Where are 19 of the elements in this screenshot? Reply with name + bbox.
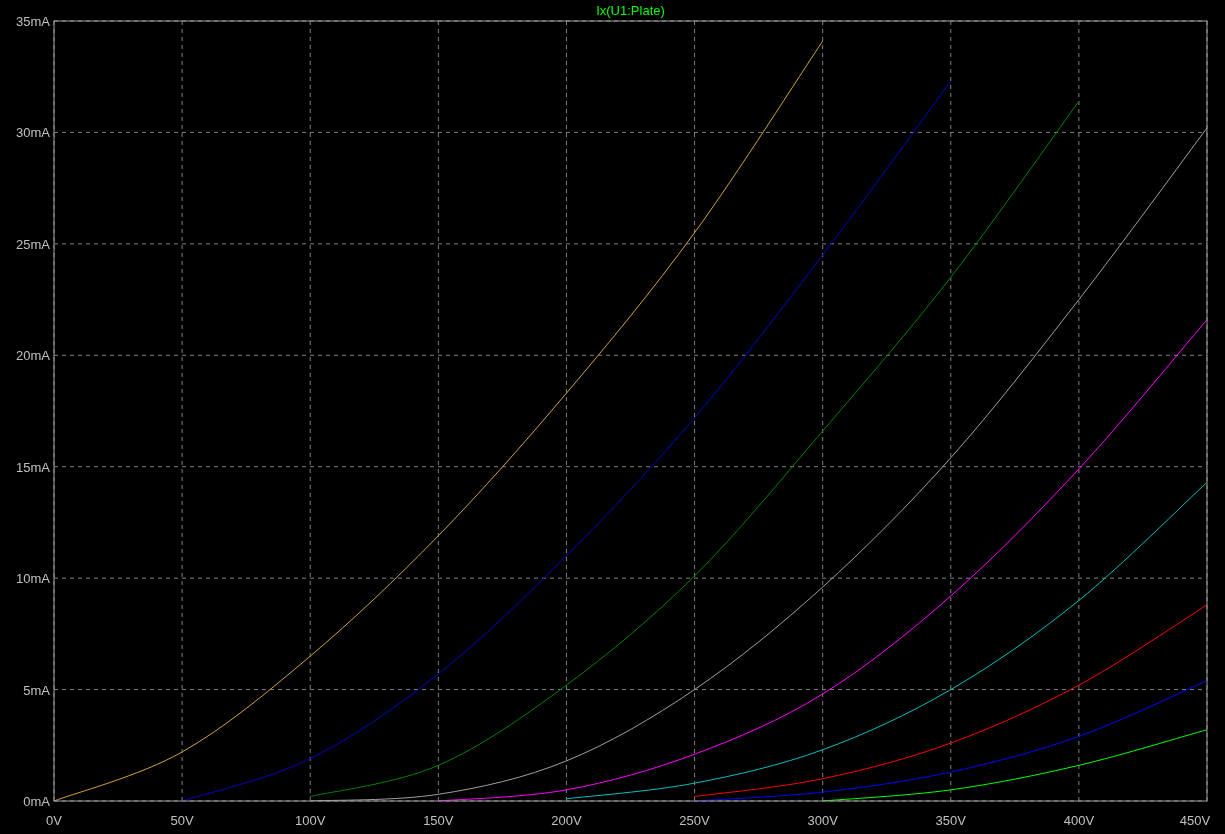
y-tick-label: 35mA: [16, 14, 50, 29]
y-tick-label: 0mA: [23, 794, 50, 809]
y-tick-label: 20mA: [16, 348, 50, 364]
x-tick-label: 400V: [1063, 813, 1095, 828]
y-tick-label: 15mA: [16, 459, 50, 475]
y-tick-label: 10mA: [16, 571, 50, 587]
x-tick-label: 250V: [679, 813, 710, 828]
x-tick-label: 350V: [935, 813, 966, 828]
x-tick-label: 50V: [170, 813, 194, 828]
y-tick-label: 25mA: [16, 236, 50, 252]
x-tick-label: 0V: [46, 813, 62, 828]
chart-title: Ix(U1:Plate): [596, 3, 665, 18]
x-tick-label: 200V: [551, 813, 582, 828]
y-tick-label: 5mA: [23, 682, 50, 698]
y-tick-label: 30mA: [16, 125, 50, 141]
x-tick-label: 100V: [295, 813, 326, 828]
x-tick-label: 450V: [1179, 813, 1211, 828]
x-tick-label: 300V: [807, 813, 838, 828]
x-tick-label: 150V: [423, 813, 454, 828]
